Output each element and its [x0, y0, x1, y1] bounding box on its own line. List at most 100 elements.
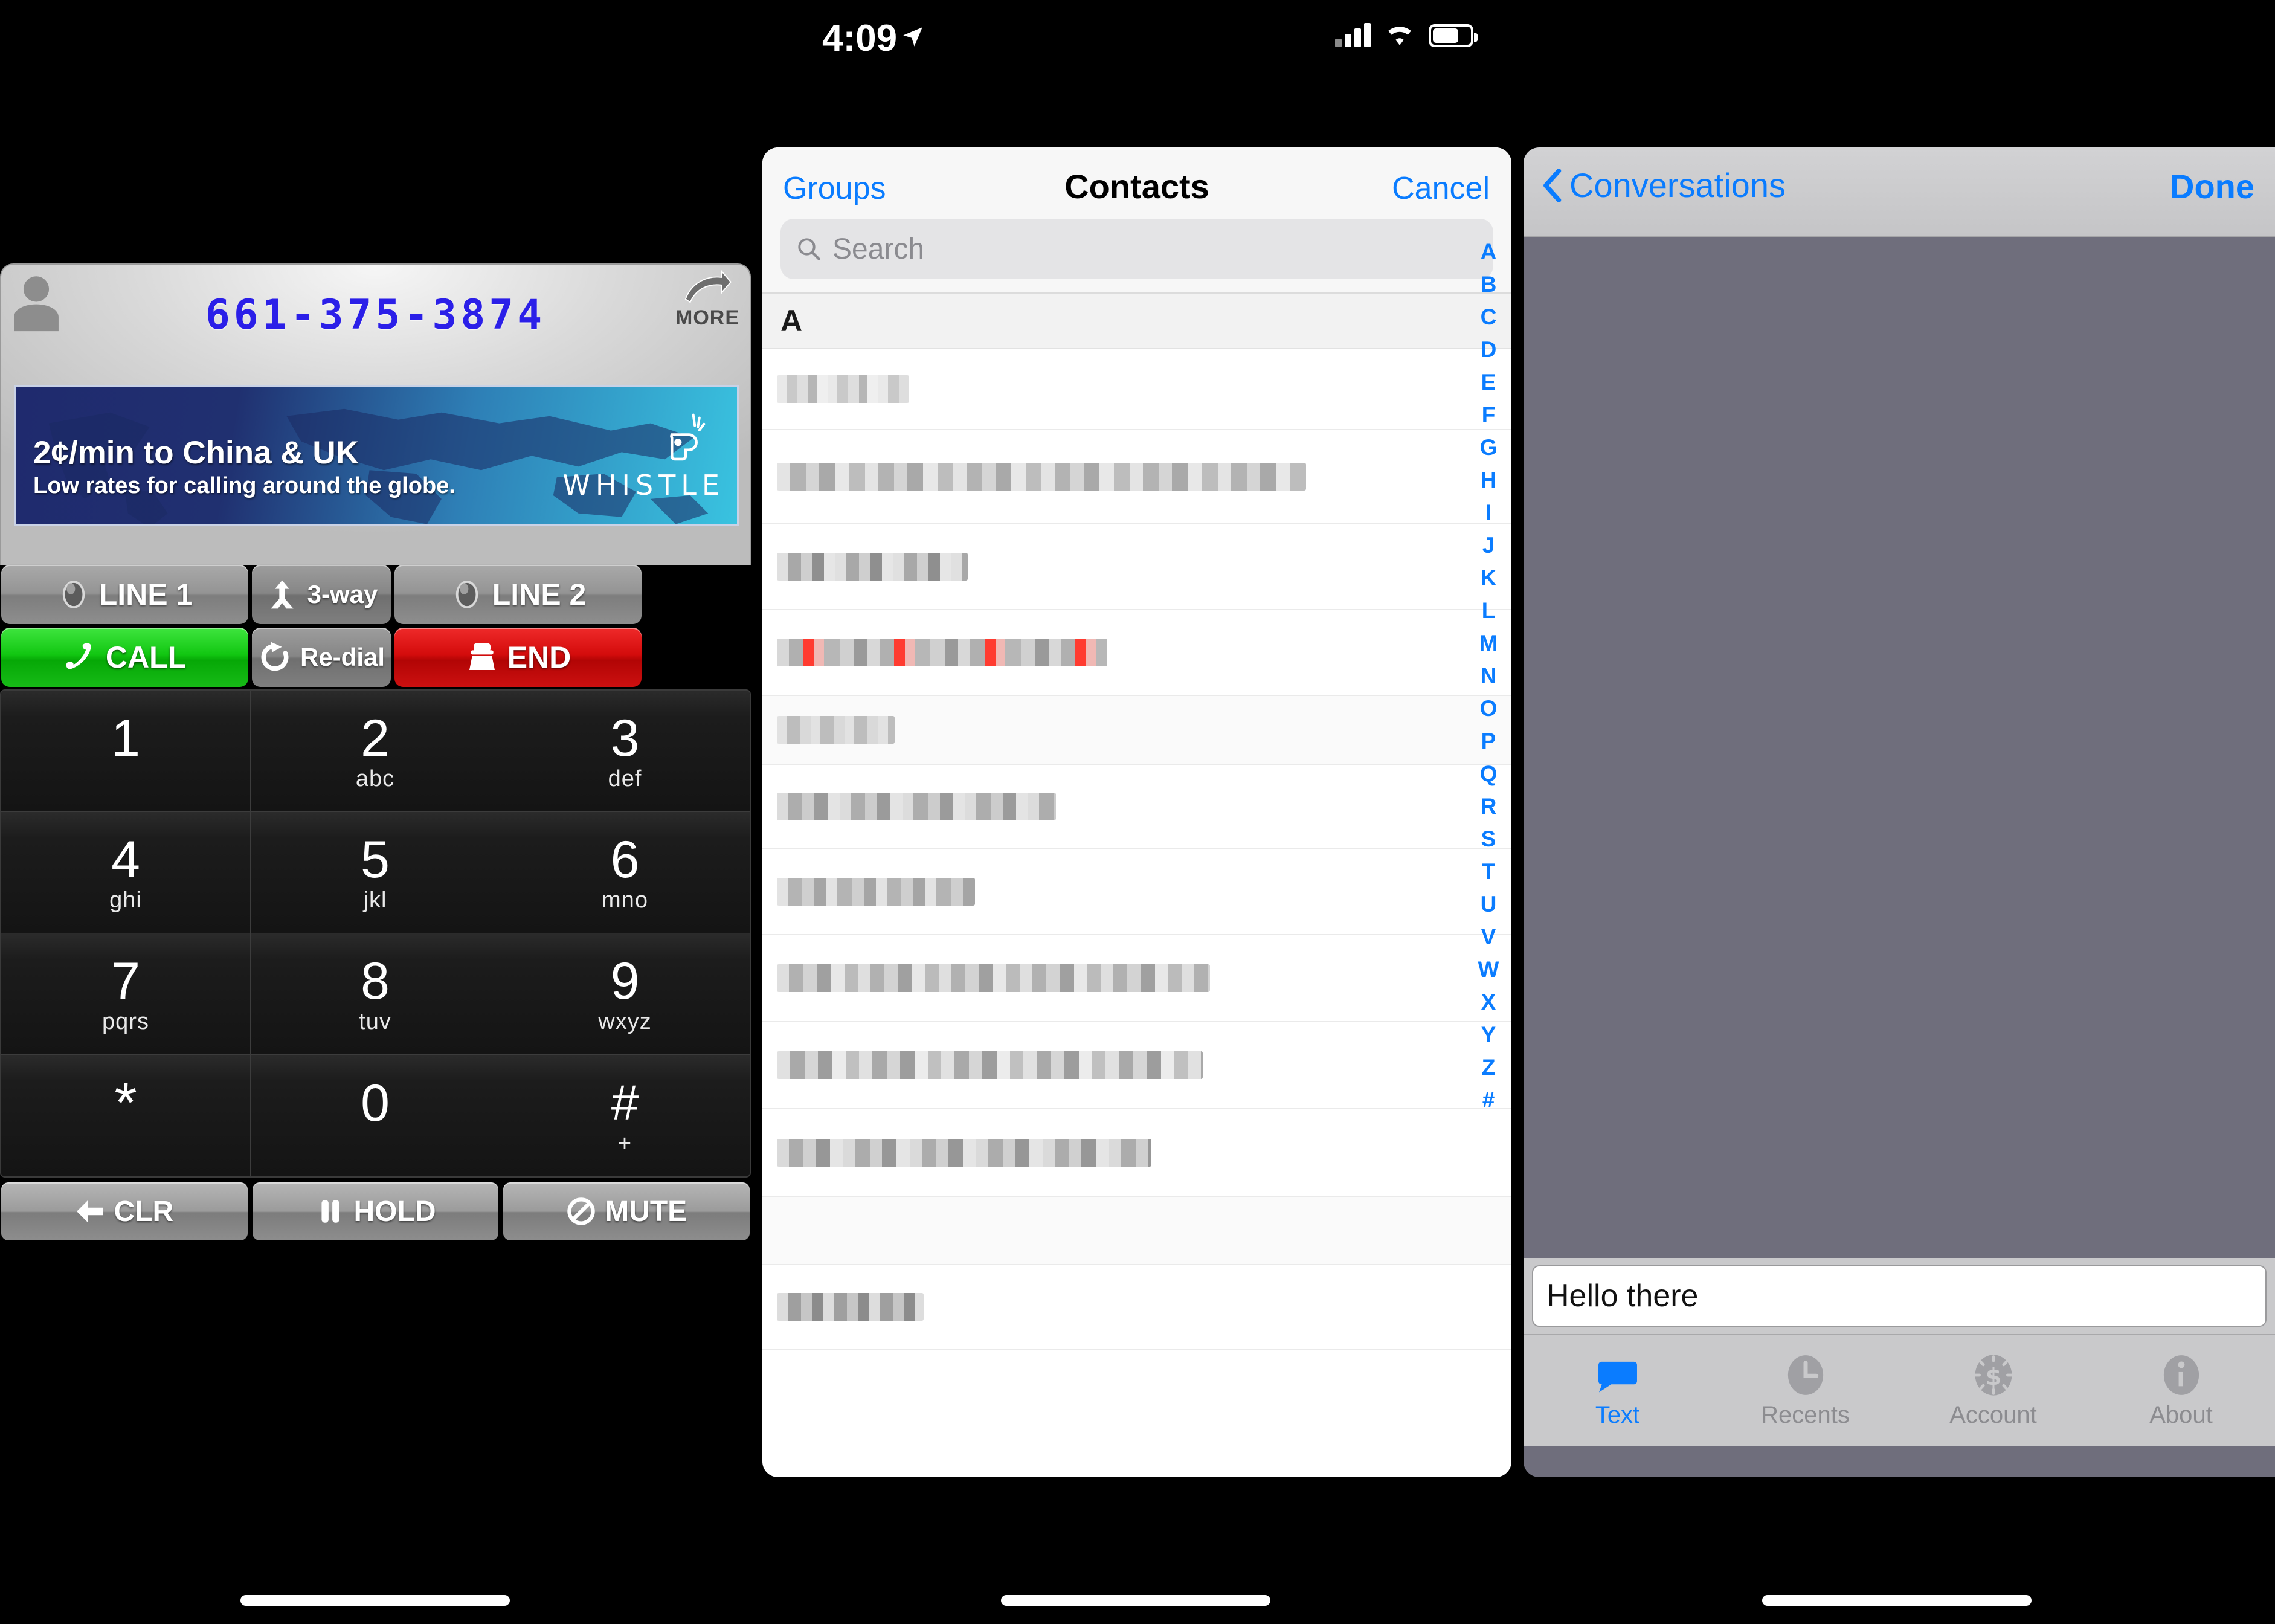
compose-area: Hello there [1524, 1258, 2275, 1334]
key-9[interactable]: 9 wxyz [500, 933, 750, 1055]
table-row[interactable] [762, 1109, 1511, 1197]
index-letter[interactable]: Y [1481, 1019, 1496, 1051]
redial-label: Re-dial [300, 643, 385, 671]
key-0[interactable]: 0 [251, 1055, 500, 1176]
led-indicator-icon [455, 581, 478, 608]
alphabet-index[interactable]: A B C D E F G H I J K L M N O P Q R S T … [1472, 236, 1505, 1116]
clear-button[interactable]: CLR [1, 1182, 248, 1240]
tab-account[interactable]: $ Account [1899, 1335, 2087, 1446]
index-letter[interactable]: S [1481, 823, 1496, 856]
key-4[interactable]: 4 ghi [1, 812, 251, 933]
key-8[interactable]: 8 tuv [251, 933, 500, 1055]
redial-button[interactable]: Re-dial [252, 628, 391, 687]
index-letter[interactable]: I [1485, 497, 1491, 529]
tab-about[interactable]: About [2087, 1335, 2275, 1446]
table-row[interactable] [762, 696, 1511, 765]
call-button[interactable]: CALL [1, 628, 248, 687]
back-to-conversations-button[interactable]: Conversations [1542, 166, 1786, 205]
key-3[interactable]: 3 def [500, 691, 750, 812]
line2-label: LINE 2 [492, 578, 587, 611]
index-letter[interactable]: # [1482, 1084, 1495, 1116]
battery-icon [1429, 24, 1478, 47]
index-letter[interactable]: D [1481, 334, 1497, 366]
three-way-button[interactable]: 3-way [252, 565, 391, 624]
conversation-thread [1524, 237, 2275, 1258]
index-letter[interactable]: W [1478, 953, 1499, 986]
tab-label: Text [1595, 1402, 1640, 1428]
index-letter[interactable]: T [1482, 856, 1496, 888]
index-letter[interactable]: R [1481, 790, 1497, 823]
key-digit: 2 [361, 709, 390, 767]
message-input[interactable]: Hello there [1532, 1265, 2267, 1327]
redacted-contact-name [777, 639, 1108, 666]
index-letter[interactable]: G [1480, 431, 1498, 464]
curved-arrow-icon [684, 269, 732, 303]
key-7[interactable]: 7 pqrs [1, 933, 251, 1055]
line1-button[interactable]: LINE 1 [1, 565, 248, 624]
index-letter[interactable]: A [1481, 236, 1497, 268]
table-row[interactable] [762, 430, 1511, 524]
index-letter[interactable]: Z [1482, 1051, 1496, 1084]
key-1[interactable]: 1 [1, 691, 251, 812]
index-letter[interactable]: Q [1480, 758, 1498, 790]
index-letter[interactable]: L [1482, 594, 1496, 627]
wifi-icon [1388, 27, 1411, 45]
index-letter[interactable]: O [1480, 692, 1498, 725]
index-letter[interactable]: H [1481, 464, 1497, 497]
table-row[interactable] [762, 849, 1511, 935]
index-letter[interactable]: N [1481, 660, 1497, 692]
index-letter[interactable]: C [1481, 301, 1497, 334]
back-arrow-icon [76, 1200, 103, 1223]
index-letter[interactable]: E [1481, 366, 1496, 399]
done-button[interactable]: Done [2170, 167, 2254, 206]
index-letter[interactable]: U [1481, 888, 1497, 921]
tab-text[interactable]: Text [1524, 1335, 1711, 1446]
status-indicators [1335, 21, 1478, 47]
key-digit: 4 [111, 831, 140, 889]
more-button[interactable]: MORE [671, 269, 744, 329]
ad-brand: WHISTLE [562, 469, 725, 501]
table-row[interactable] [762, 1022, 1511, 1109]
cancel-button[interactable]: Cancel [1392, 170, 1490, 207]
table-row[interactable] [762, 349, 1511, 430]
key-star[interactable]: * [1, 1055, 251, 1176]
status-time: 4:09 [822, 18, 898, 59]
redacted-contact-name [777, 463, 1306, 491]
call-button-row: CALL Re-dial END [0, 628, 751, 687]
line2-button[interactable]: LINE 2 [394, 565, 642, 624]
composite-screenshot: 4:09 661-375-3874 MORE 2¢/min to China &… [0, 0, 2275, 1624]
key-letters: abc [355, 766, 395, 791]
index-letter[interactable]: F [1482, 399, 1496, 431]
hold-button[interactable]: HOLD [252, 1182, 499, 1240]
index-letter[interactable]: M [1479, 627, 1498, 660]
table-row[interactable] [762, 610, 1511, 696]
table-row[interactable] [762, 765, 1511, 849]
tab-bar: Text Recents $ Account About [1524, 1334, 2275, 1446]
mute-button[interactable]: MUTE [503, 1182, 750, 1240]
ad-subline: Low rates for calling around the globe. [33, 473, 455, 498]
index-letter[interactable]: K [1481, 562, 1497, 594]
index-letter[interactable]: X [1481, 986, 1496, 1019]
advertisement-banner[interactable]: 2¢/min to China & UK Low rates for calli… [14, 385, 739, 526]
table-row[interactable] [762, 1265, 1511, 1350]
chat-bubble-icon [1598, 1361, 1637, 1393]
index-letter[interactable]: J [1482, 529, 1495, 562]
table-row[interactable] [762, 1197, 1511, 1265]
end-call-button[interactable]: END [394, 628, 642, 687]
table-row[interactable] [762, 524, 1511, 610]
key-digit: * [114, 1070, 137, 1135]
key-5[interactable]: 5 jkl [251, 812, 500, 933]
key-2[interactable]: 2 abc [251, 691, 500, 812]
index-letter[interactable]: B [1481, 268, 1497, 301]
index-letter[interactable]: V [1481, 921, 1496, 953]
table-row[interactable] [762, 935, 1511, 1022]
location-arrow-icon [903, 27, 922, 47]
tab-recents[interactable]: Recents [1711, 1335, 1899, 1446]
back-label: Conversations [1569, 166, 1786, 204]
redacted-contact-name [777, 878, 976, 906]
search-input[interactable]: Search [780, 219, 1493, 279]
key-hash[interactable]: # + [500, 1055, 750, 1176]
index-letter[interactable]: P [1481, 725, 1496, 758]
key-6[interactable]: 6 mno [500, 812, 750, 933]
no-entry-icon [567, 1197, 595, 1225]
